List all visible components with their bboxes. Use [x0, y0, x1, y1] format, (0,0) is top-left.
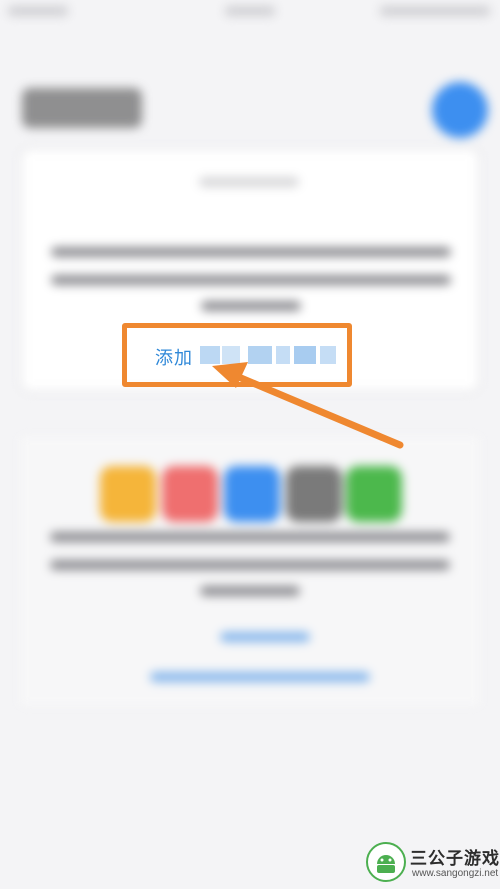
page-title	[22, 88, 142, 128]
highlight-box	[122, 323, 352, 387]
status-bar	[0, 0, 500, 24]
avatar[interactable]	[432, 82, 488, 138]
app-tile-1[interactable]	[100, 466, 156, 522]
watermark-url: www.sangongzi.net	[412, 868, 499, 879]
app-tile-3[interactable]	[224, 466, 280, 522]
app-tile-4[interactable]	[286, 466, 342, 522]
android-logo-icon	[366, 842, 406, 882]
app-tile-2[interactable]	[162, 466, 218, 522]
watermark-title: 三公子游戏网	[410, 849, 500, 868]
watermark: 三公子游戏网 www.sangongzi.net	[366, 840, 500, 885]
blurred-background	[0, 0, 500, 889]
app-tile-5[interactable]	[346, 466, 402, 522]
